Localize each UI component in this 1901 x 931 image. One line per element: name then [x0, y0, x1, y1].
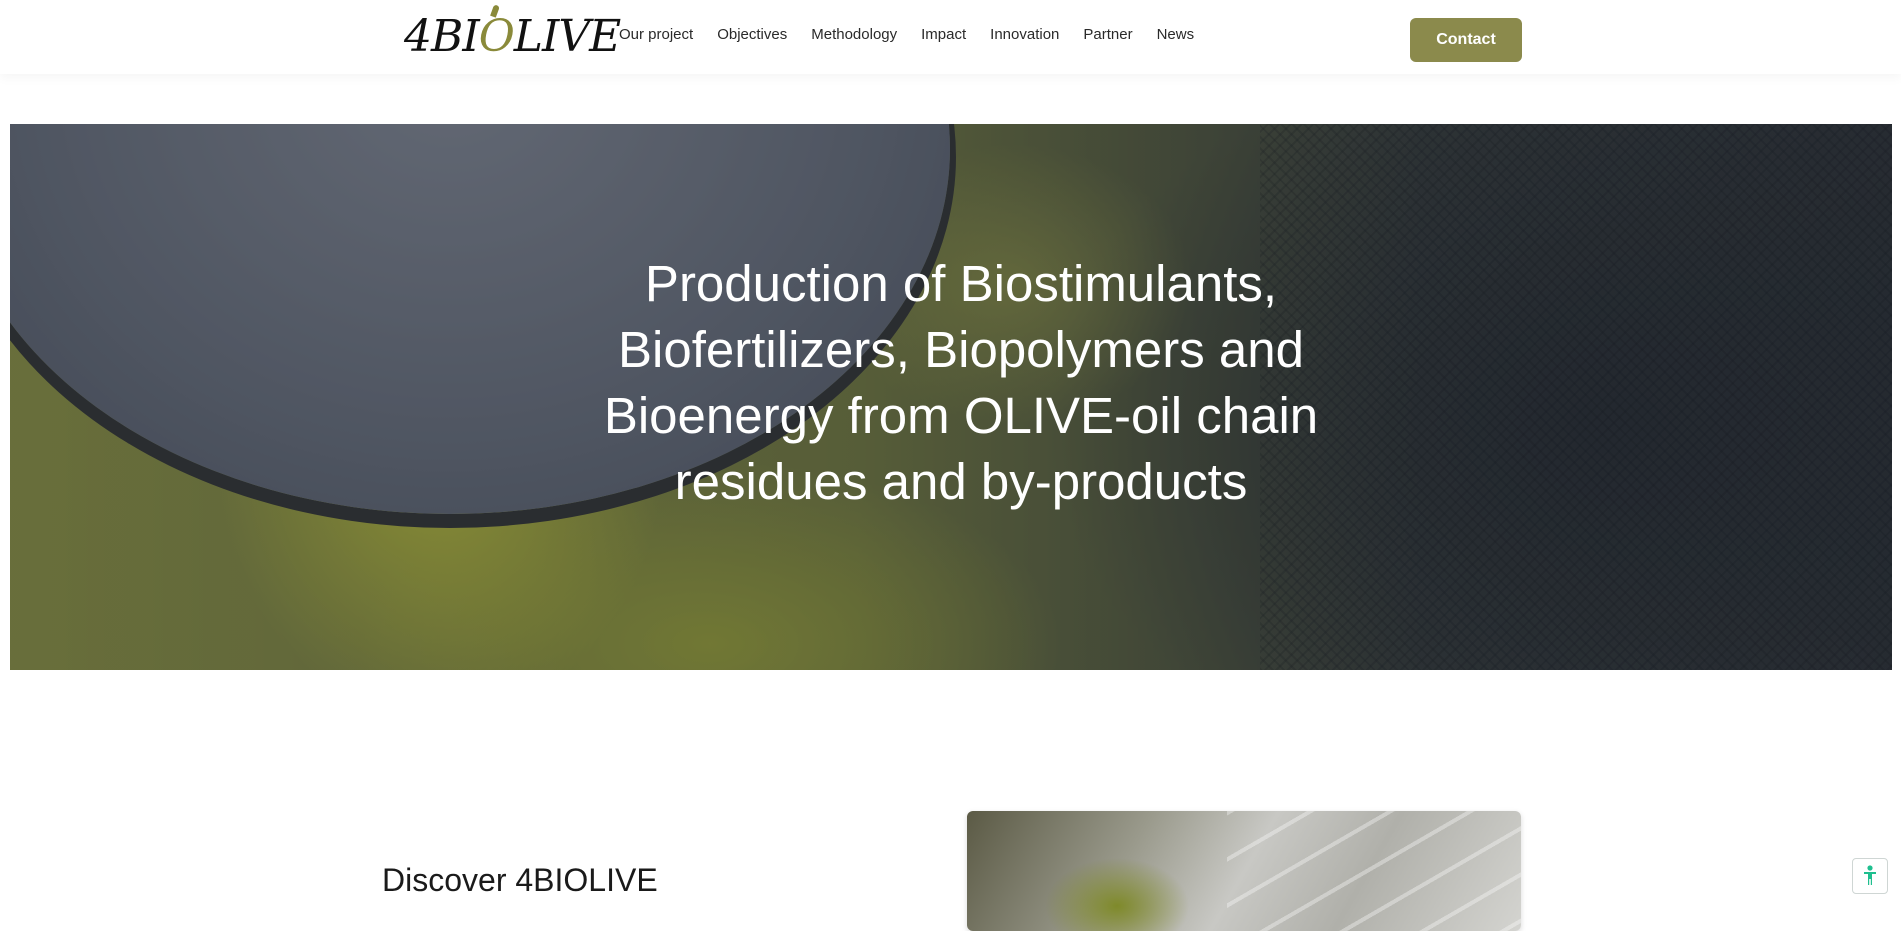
person-icon: [1864, 865, 1876, 885]
logo[interactable]: 4BI O LIVE: [404, 10, 621, 62]
contact-button[interactable]: Contact: [1410, 18, 1522, 62]
nav-news[interactable]: News: [1157, 26, 1195, 43]
logo-suffix: LIVE: [513, 10, 621, 62]
nav-methodology[interactable]: Methodology: [811, 26, 897, 43]
site-header: 4BI O LIVE Our project Objectives Methodol…: [0, 0, 1901, 74]
nav-partner[interactable]: Partner: [1083, 26, 1132, 43]
nav-our-project[interactable]: Our project: [619, 26, 693, 43]
nav-objectives[interactable]: Objectives: [717, 26, 787, 43]
discover-title: Discover 4BIOLIVE: [382, 862, 658, 898]
logo-o: O: [478, 10, 515, 62]
discover-image: [967, 811, 1521, 931]
nav-impact[interactable]: Impact: [921, 26, 966, 43]
hero-title: Production of Biostimulants, Biofertiliz…: [603, 255, 1319, 510]
nav-innovation[interactable]: Innovation: [990, 26, 1059, 43]
accessibility-button[interactable]: [1852, 858, 1888, 894]
hero-banner: Production of Biostimulants, Biofertiliz…: [10, 124, 1892, 670]
main-nav: Our project Objectives Methodology Impac…: [619, 26, 1194, 43]
logo-prefix: 4BI: [404, 10, 480, 62]
